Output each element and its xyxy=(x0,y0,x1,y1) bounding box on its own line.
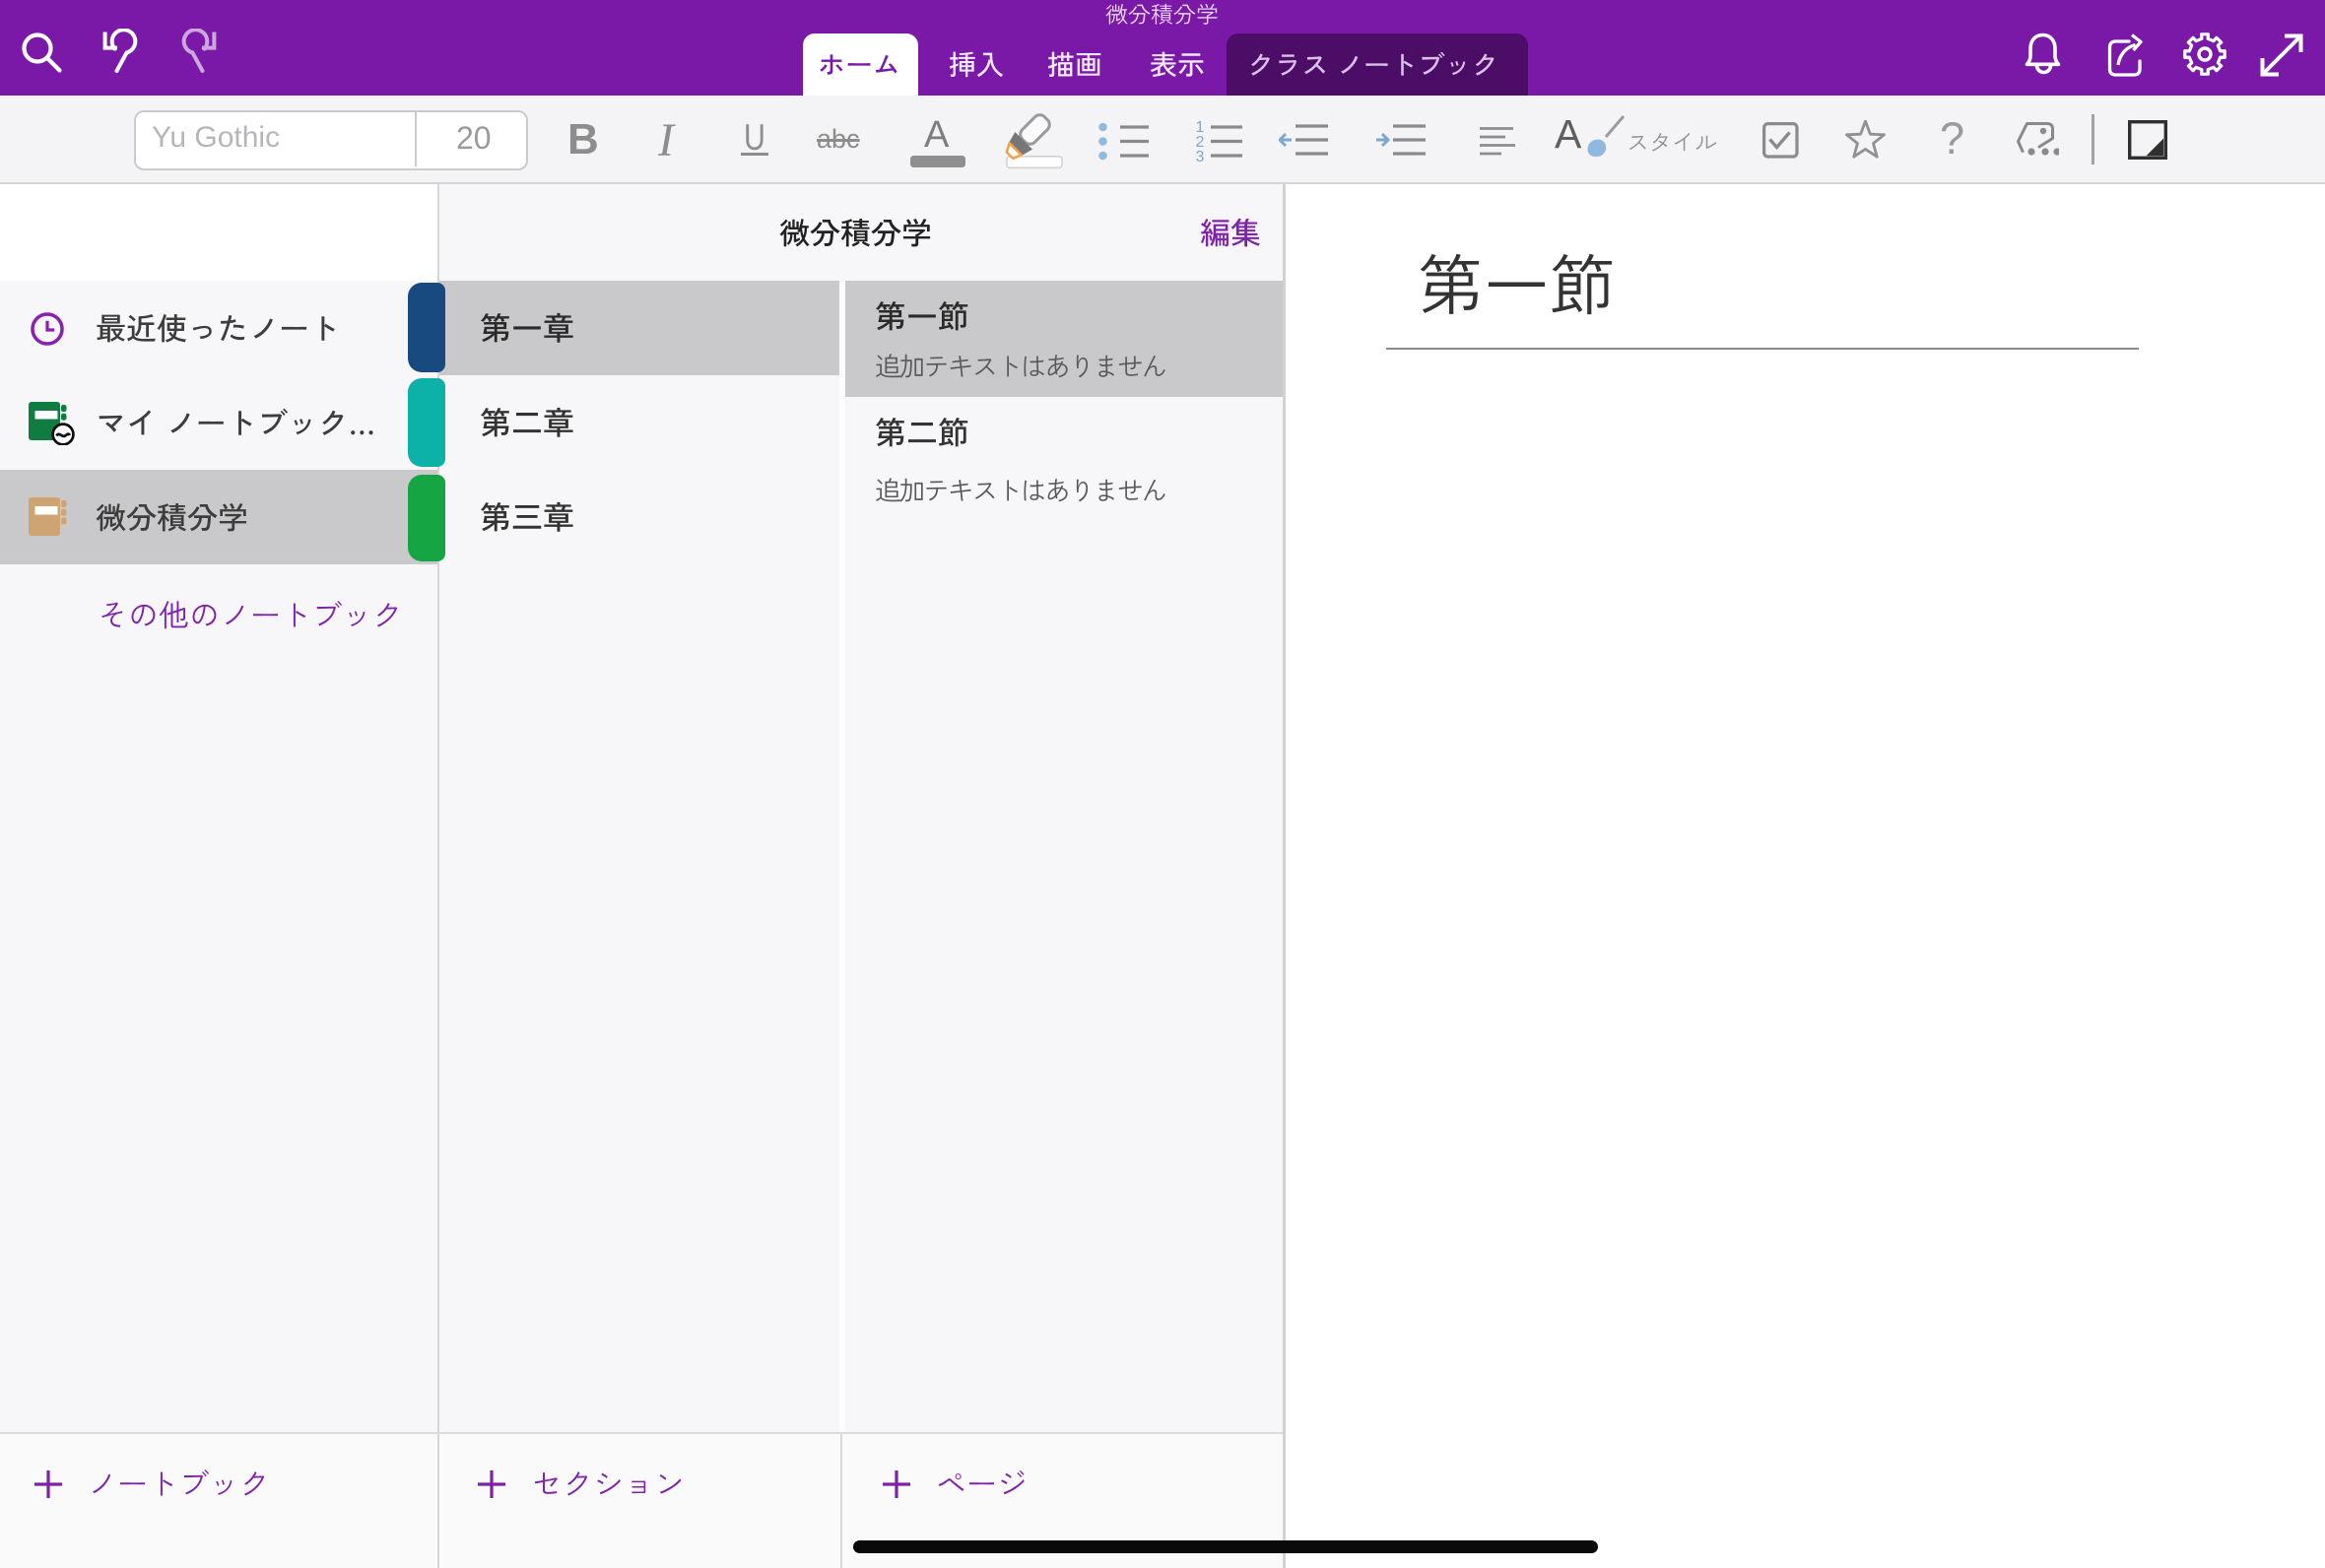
svg-text:3: 3 xyxy=(1196,149,1205,165)
